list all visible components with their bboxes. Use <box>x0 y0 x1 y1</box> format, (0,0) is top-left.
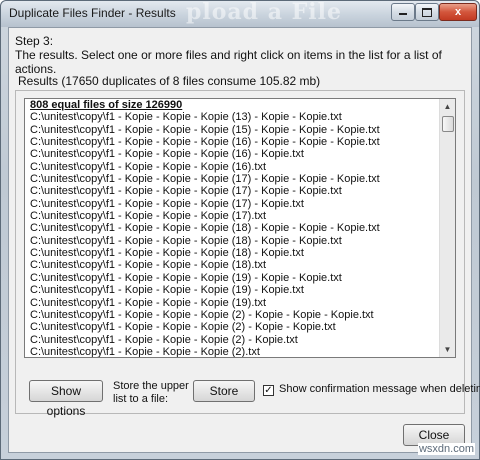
window-title: Duplicate Files Finder - Results <box>9 6 176 20</box>
minimize-button[interactable] <box>391 3 415 21</box>
list-item[interactable]: C:\unitest\copy\f1 - Kopie - Kopie - Kop… <box>25 111 441 123</box>
list-rows: 808 equal files of size 126990 C:\unites… <box>25 99 441 357</box>
scroll-down-icon[interactable]: ▼ <box>440 342 455 357</box>
store-label: Store the upper list to a file: <box>113 380 189 405</box>
dialog-client-area: Step 3: The results. Select one or more … <box>8 27 480 453</box>
vertical-scrollbar[interactable]: ▲ ▼ <box>439 99 455 357</box>
confirm-delete-label[interactable]: Show confirmation message when deleting <box>279 383 480 395</box>
title-bar[interactable]: Duplicate Files Finder - Results pload a… <box>1 0 479 27</box>
scroll-up-icon[interactable]: ▲ <box>440 99 455 114</box>
list-item[interactable]: C:\unitest\copy\f1 - Kopie - Kopie - Kop… <box>25 185 441 197</box>
duplicates-list[interactable]: 808 equal files of size 126990 C:\unites… <box>24 98 456 358</box>
close-icon: x <box>454 6 462 18</box>
list-item[interactable]: C:\unitest\copy\f1 - Kopie - Kopie - Kop… <box>25 198 441 210</box>
list-item[interactable]: C:\unitest\copy\f1 - Kopie - Kopie - Kop… <box>25 173 441 185</box>
list-item[interactable]: C:\unitest\copy\f1 - Kopie - Kopie - Kop… <box>25 309 441 321</box>
results-summary: Results (17650 duplicates of 8 files con… <box>15 74 324 88</box>
confirm-delete-checkbox[interactable]: ✓ <box>263 385 274 396</box>
group-header[interactable]: 808 equal files of size 126990 <box>25 99 441 111</box>
list-item[interactable]: C:\unitest\copy\f1 - Kopie - Kopie - Kop… <box>25 136 441 148</box>
list-item[interactable]: C:\unitest\copy\f1 - Kopie - Kopie - Kop… <box>25 161 441 173</box>
list-item[interactable]: C:\unitest\copy\f1 - Kopie - Kopie - Kop… <box>25 259 441 271</box>
list-item[interactable]: C:\unitest\copy\f1 - Kopie - Kopie - Kop… <box>25 272 441 284</box>
check-icon: ✓ <box>264 385 273 396</box>
scroll-thumb[interactable] <box>442 116 454 132</box>
list-item[interactable]: C:\unitest\copy\f1 - Kopie - Kopie - Kop… <box>25 148 441 160</box>
list-item[interactable]: C:\unitest\copy\f1 - Kopie - Kopie - Kop… <box>25 334 441 346</box>
list-item[interactable]: C:\unitest\copy\f1 - Kopie - Kopie - Kop… <box>25 222 441 234</box>
watermark: wsxdn.com <box>417 443 475 455</box>
show-options-button[interactable]: Show options <box>29 380 103 418</box>
list-item[interactable]: C:\unitest\copy\f1 - Kopie - Kopie - Kop… <box>25 284 441 296</box>
list-item[interactable]: C:\unitest\copy\f1 - Kopie - Kopie - Kop… <box>25 235 441 247</box>
list-item[interactable]: C:\unitest\copy\f1 - Kopie - Kopie - Kop… <box>25 346 441 357</box>
maximize-button[interactable] <box>415 3 439 21</box>
step-description: The results. Select one or more files an… <box>15 48 442 76</box>
store-button[interactable]: Store <box>193 380 255 402</box>
minimize-icon <box>399 13 407 15</box>
list-item[interactable]: C:\unitest\copy\f1 - Kopie - Kopie - Kop… <box>25 124 441 136</box>
maximize-icon <box>422 8 432 17</box>
title-ghost-text: pload a File <box>186 0 342 25</box>
list-item[interactable]: C:\unitest\copy\f1 - Kopie - Kopie - Kop… <box>25 210 441 222</box>
close-window-button[interactable]: x <box>439 3 477 21</box>
results-window: Duplicate Files Finder - Results pload a… <box>0 0 480 460</box>
step-title: Step 3: <box>15 34 54 48</box>
list-item[interactable]: C:\unitest\copy\f1 - Kopie - Kopie - Kop… <box>25 321 441 333</box>
list-item[interactable]: C:\unitest\copy\f1 - Kopie - Kopie - Kop… <box>25 247 441 259</box>
list-item[interactable]: C:\unitest\copy\f1 - Kopie - Kopie - Kop… <box>25 297 441 309</box>
